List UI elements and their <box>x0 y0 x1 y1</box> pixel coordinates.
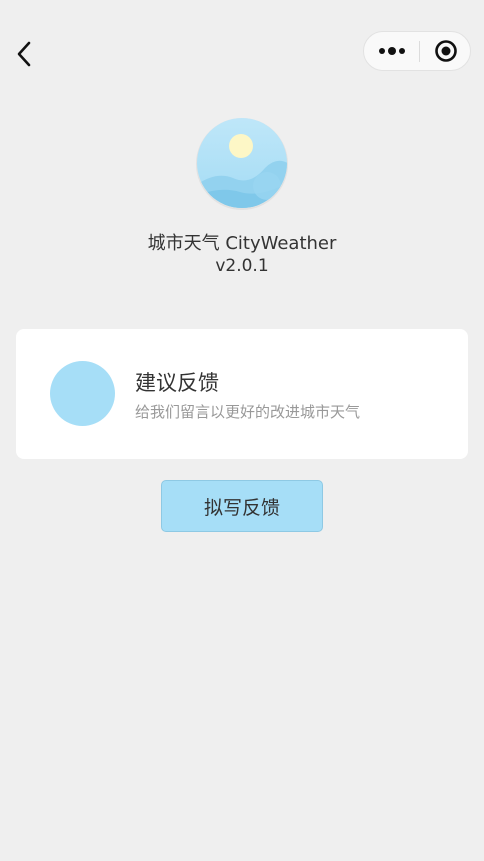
write-feedback-button[interactable]: 拟写反馈 <box>161 480 323 532</box>
feedback-avatar <box>50 361 115 426</box>
app-version: v2.0.1 <box>215 256 269 276</box>
feedback-title: 建议反馈 <box>135 371 219 395</box>
navigation-bar <box>0 0 484 100</box>
chevron-left-icon <box>17 41 31 67</box>
feedback-description: 给我们留言以更好的改进城市天气 <box>135 403 361 421</box>
feedback-card: 建议反馈 给我们留言以更好的改进城市天气 <box>16 329 468 459</box>
app-name: 城市天气 CityWeather <box>147 233 337 254</box>
more-dots-icon <box>378 47 405 55</box>
menu-capsule <box>363 31 471 71</box>
weather-logo-icon <box>195 116 289 210</box>
back-button[interactable] <box>8 36 40 72</box>
target-circle-icon <box>434 40 457 62</box>
close-miniprogram-button[interactable] <box>420 32 471 70</box>
more-button[interactable] <box>364 32 419 70</box>
